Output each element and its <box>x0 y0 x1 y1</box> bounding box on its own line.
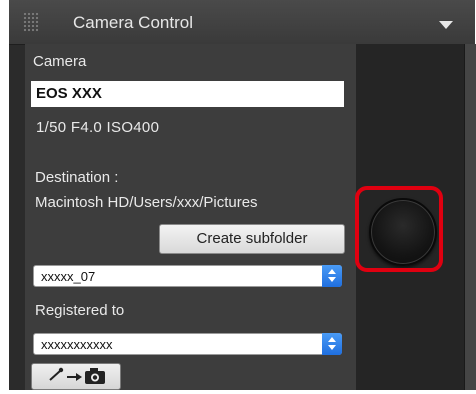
camera-model-field: EOS XXX <box>31 81 344 107</box>
camera-label: Camera <box>33 53 87 70</box>
registered-label: Registered to <box>35 302 125 319</box>
pen-camera-icon <box>49 367 105 384</box>
registered-select-value: xxxxxxxxxxx <box>41 337 113 352</box>
folder-select-stepper-icon[interactable] <box>322 265 342 287</box>
exposure-readout: 1/50 F4.0 ISO400 <box>36 119 160 136</box>
destination-path: Macintosh HD/Users/xxx/Pictures <box>35 194 258 211</box>
create-subfolder-button[interactable]: Create subfolder <box>159 224 345 254</box>
registered-select-stepper-icon[interactable] <box>322 333 342 355</box>
mode-toggle-button[interactable] <box>31 363 121 390</box>
destination-label: Destination : <box>35 169 119 186</box>
grip-icon[interactable] <box>23 12 39 32</box>
shutter-highlight-box <box>355 186 443 272</box>
panel-header[interactable]: Camera Control <box>9 0 475 45</box>
panel-title: Camera Control <box>73 13 193 32</box>
panel-menu-triangle-icon[interactable] <box>439 21 453 29</box>
registered-select[interactable]: xxxxxxxxxxx <box>33 333 342 355</box>
folder-select-value: xxxxx_07 <box>41 269 96 284</box>
folder-select[interactable]: xxxxx_07 <box>33 265 342 287</box>
panel-edge <box>464 44 476 390</box>
